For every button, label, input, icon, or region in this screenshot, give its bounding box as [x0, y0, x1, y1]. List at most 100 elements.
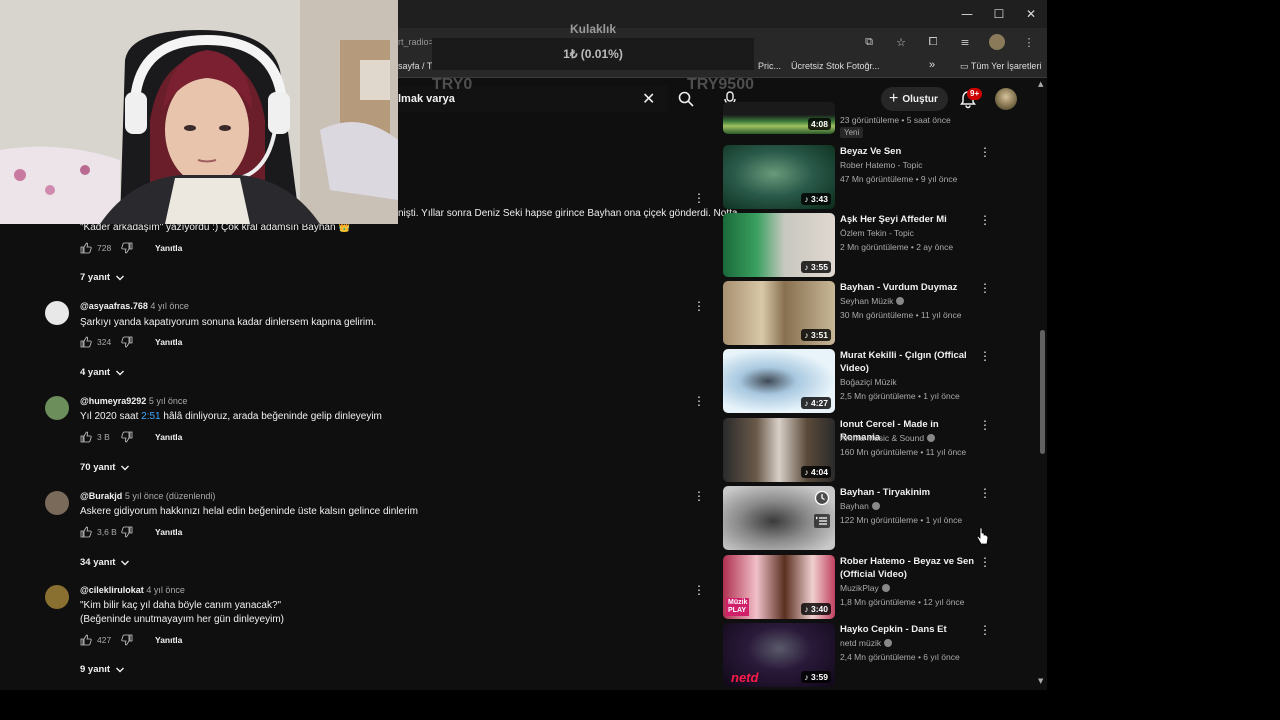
video-menu-icon[interactable]: ⋮	[979, 623, 991, 637]
comment-text: nişti. Yıllar sonra Deniz Seki hapse gir…	[398, 208, 738, 219]
browser-menu-icon[interactable]: ⋮	[1019, 32, 1039, 52]
video-title[interactable]: Murat Kekilli - Çılgın (Offical Video)	[840, 349, 980, 375]
video-menu-icon[interactable]: ⋮	[979, 418, 991, 432]
like-icon[interactable]	[80, 242, 92, 254]
watch-later-icon[interactable]	[814, 490, 830, 506]
all-bookmarks-button[interactable]: ▭ Tüm Yer İşaretleri	[960, 61, 1041, 72]
video-thumbnail[interactable]: Müzik PLAY ♪ 3:40	[723, 555, 835, 619]
video-menu-icon[interactable]: ⋮	[979, 145, 991, 159]
video-item[interactable]: netd ♪ 3:59 Hayko Cepkin - Dans Et netd …	[723, 623, 993, 687]
maximize-button[interactable]: ☐	[983, 0, 1015, 28]
video-channel[interactable]: Özlem Tekin - Topic	[840, 228, 914, 238]
video-item[interactable]: ♪ 4:04 Ionut Cercel - Made in Romania Am…	[723, 418, 993, 482]
commenter-avatar[interactable]	[45, 491, 69, 515]
video-menu-icon[interactable]: ⋮	[979, 281, 991, 295]
video-item[interactable]: ♪ 3:43 Beyaz Ve Sen Rober Hatemo - Topic…	[723, 145, 993, 209]
video-menu-icon[interactable]: ⋮	[979, 486, 991, 500]
comment-author[interactable]: @Burakjd	[80, 491, 122, 501]
install-app-icon[interactable]: ⧉	[859, 32, 879, 52]
commenter-avatar[interactable]	[45, 301, 69, 325]
like-icon[interactable]	[80, 526, 92, 538]
video-item[interactable]: Bayhan - Tiryakinim Bayhan 122 Mn görünt…	[723, 486, 993, 550]
video-thumbnail[interactable]: ♪ 4:27	[723, 349, 835, 413]
replies-toggle[interactable]: 4 yanıt	[80, 367, 125, 378]
profile-icon[interactable]	[987, 32, 1007, 52]
clear-search-icon[interactable]: ✕	[642, 89, 655, 108]
video-title[interactable]: Rober Hatemo - Beyaz ve Sen (Official Vi…	[840, 555, 980, 581]
scrollbar-thumb[interactable]	[1040, 330, 1045, 454]
video-thumbnail[interactable]: ♪ 3:51	[723, 281, 835, 345]
scroll-up-arrow-icon[interactable]: ▲	[1038, 80, 1043, 88]
minimize-button[interactable]: —	[951, 0, 983, 28]
bookmarks-overflow-button[interactable]: »	[929, 59, 935, 71]
dislike-icon[interactable]	[121, 242, 133, 254]
dislike-icon[interactable]	[121, 336, 133, 348]
replies-toggle[interactable]: 34 yanıt	[80, 557, 130, 568]
video-channel[interactable]: Rober Hatemo - Topic	[840, 160, 923, 170]
comment-time[interactable]: 4 yıl önce	[150, 301, 189, 311]
video-title[interactable]: Hayko Cepkin - Dans Et	[840, 623, 980, 636]
video-title[interactable]: Bayhan - Tiryakinim	[840, 486, 980, 499]
replies-toggle[interactable]: 7 yanıt	[80, 272, 125, 283]
comment-menu-icon[interactable]: ⋮	[693, 488, 705, 504]
url-text[interactable]: rt_radio=	[398, 37, 434, 47]
dislike-icon[interactable]	[121, 526, 133, 538]
video-item[interactable]: ♪ 3:55 Aşk Her Şeyi Affeder Mi Özlem Tek…	[723, 213, 993, 277]
video-thumbnail[interactable]: netd ♪ 3:59	[723, 623, 835, 687]
timestamp-link[interactable]: 2:51	[141, 411, 160, 422]
video-thumbnail[interactable]: ♪ 4:04	[723, 418, 835, 482]
commenter-avatar[interactable]	[45, 585, 69, 609]
comment-time[interactable]: 4 yıl önce	[146, 585, 185, 595]
bookmark-star-icon[interactable]: ☆	[891, 32, 911, 52]
like-icon[interactable]	[80, 634, 92, 646]
reply-button[interactable]: Yanıtla	[155, 635, 182, 645]
comment-author[interactable]: @asyaafras.768	[80, 301, 148, 311]
dislike-icon[interactable]	[121, 634, 133, 646]
reply-button[interactable]: Yanıtla	[155, 243, 182, 253]
video-title[interactable]: Aşk Her Şeyi Affeder Mi	[840, 213, 980, 226]
comment-menu-icon[interactable]: ⋮	[693, 190, 705, 206]
comment-time[interactable]: 5 yıl önce (düzenlendi)	[125, 491, 216, 501]
media-control-icon[interactable]: ≡	[955, 32, 975, 52]
video-item[interactable]: ♪ 3:51 Bayhan - Vurdum Duymaz Seyhan Müz…	[723, 281, 993, 345]
reply-button[interactable]: Yanıtla	[155, 527, 182, 537]
reply-button[interactable]: Yanıtla	[155, 337, 182, 347]
comment-time[interactable]: 5 yıl önce	[149, 396, 188, 406]
replies-toggle[interactable]: 70 yanıt	[80, 462, 130, 473]
account-avatar[interactable]	[995, 88, 1017, 110]
video-thumbnail[interactable]: ♪ 3:55	[723, 213, 835, 277]
dislike-icon[interactable]	[121, 431, 133, 443]
commenter-avatar[interactable]	[45, 396, 69, 420]
comment-menu-icon[interactable]: ⋮	[693, 393, 705, 409]
like-icon[interactable]	[80, 336, 92, 348]
video-title[interactable]: Bayhan - Vurdum Duymaz	[840, 281, 980, 294]
video-menu-icon[interactable]: ⋮	[979, 555, 991, 569]
video-thumbnail[interactable]: 4:08	[723, 102, 835, 134]
comment-author[interactable]: @cileklirulokat	[80, 585, 144, 595]
video-item[interactable]: Müzik PLAY ♪ 3:40 Rober Hatemo - Beyaz ve…	[723, 555, 993, 619]
video-channel[interactable]: Boğaziçi Müzik	[840, 377, 897, 387]
video-channel[interactable]: MuzikPlay	[840, 583, 890, 593]
scroll-down-arrow-icon[interactable]: ▼	[1038, 677, 1043, 685]
video-channel[interactable]: Amma Music & Sound	[840, 433, 936, 443]
comment-menu-icon[interactable]: ⋮	[693, 298, 705, 314]
replies-toggle[interactable]: 9 yanıt	[80, 664, 125, 675]
video-channel[interactable]: Seyhan Müzik	[840, 296, 905, 306]
video-channel[interactable]: netd müzik	[840, 638, 893, 648]
extensions-icon[interactable]: ⧠	[923, 32, 943, 52]
reply-button[interactable]: Yanıtla	[155, 432, 182, 442]
video-channel[interactable]: Bayhan	[840, 501, 880, 511]
video-thumbnail[interactable]: ♪ 3:43	[723, 145, 835, 209]
video-menu-icon[interactable]: ⋮	[979, 349, 991, 363]
video-menu-icon[interactable]: ⋮	[979, 213, 991, 227]
bookmark-item[interactable]: Pric...	[758, 61, 781, 71]
video-item[interactable]: ♪ 4:27 Murat Kekilli - Çılgın (Offical V…	[723, 349, 993, 413]
comment-author[interactable]: @humeyra9292	[80, 396, 146, 406]
add-to-queue-icon[interactable]	[814, 514, 830, 528]
bookmark-stock-photo[interactable]: Ücretsiz Stok Fotoğr...	[791, 61, 880, 71]
comment-menu-icon[interactable]: ⋮	[693, 582, 705, 598]
video-title[interactable]: Beyaz Ve Sen	[840, 145, 980, 158]
video-thumbnail[interactable]	[723, 486, 835, 550]
close-button[interactable]: ✕	[1015, 0, 1047, 28]
like-icon[interactable]	[80, 431, 92, 443]
